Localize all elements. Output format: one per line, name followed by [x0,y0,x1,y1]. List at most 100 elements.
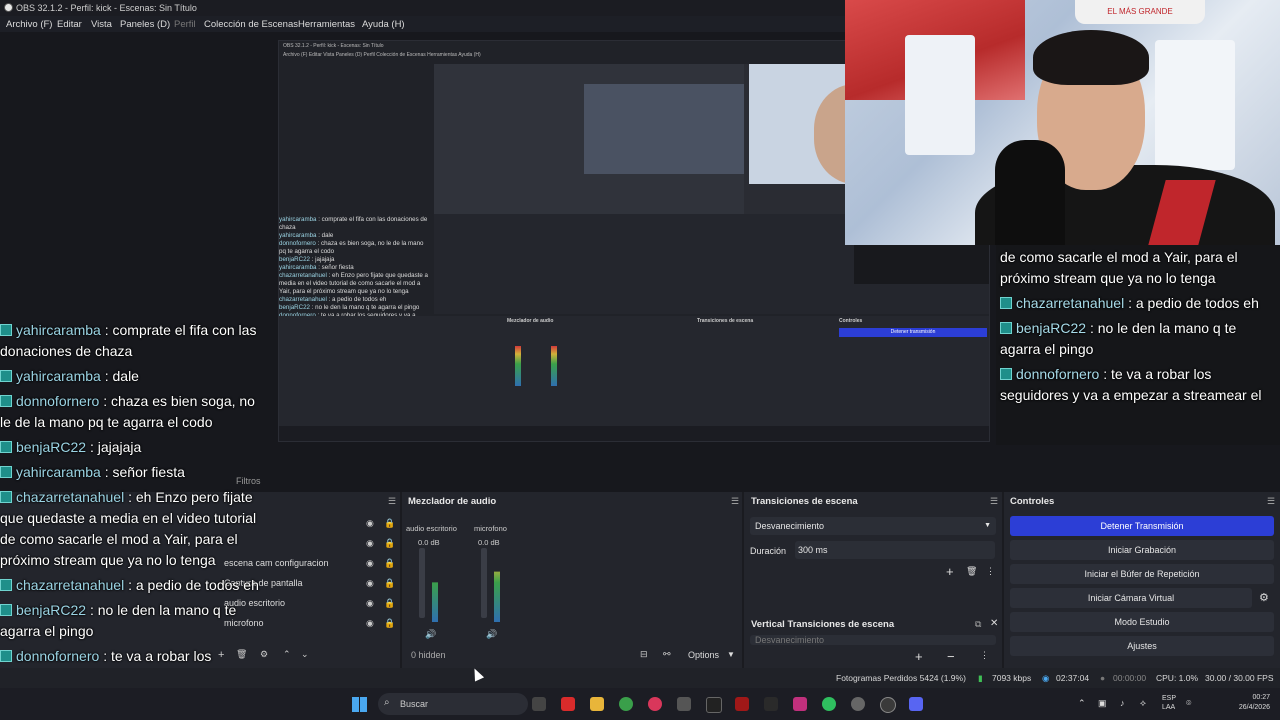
mixer-options-button[interactable]: Options [688,650,719,660]
menu-paneles[interactable]: Paneles (D) [120,19,170,30]
start-recording-button[interactable]: Iniciar Grabación [1010,540,1274,560]
nested-meter [515,346,521,386]
nested-docks: Mezclador de audio Transiciones de escen… [279,316,989,426]
dock-divider [1002,492,1004,668]
chrome-icon[interactable] [619,697,633,711]
mixer-layout-icon[interactable]: ⊟ [640,649,648,660]
lock-icon[interactable]: 🔒 [384,558,395,569]
transition-select[interactable]: Desvanecimiento ▼ [750,517,996,535]
move-up-icon[interactable]: ⌃ [283,649,291,660]
chat-message: yahircaramba : dale [0,366,265,387]
gear-icon[interactable]: ⚙ [1259,591,1269,604]
dock-menu-icon[interactable]: ☰ [731,496,739,507]
x-icon[interactable] [764,697,778,711]
subscriber-badge-icon [1000,368,1012,380]
app-icon[interactable] [735,697,749,711]
menu-coleccion-escenas[interactable]: Colección de Escenas [204,19,298,30]
task-view-icon[interactable] [532,697,546,711]
youtube-icon[interactable] [561,697,575,711]
discord-icon[interactable] [909,697,923,711]
lock-icon[interactable]: 🔒 [384,618,395,629]
lock-icon[interactable]: 🔒 [384,538,395,549]
speaker-icon[interactable]: 🔊 [486,629,497,640]
visibility-eye-icon[interactable]: ◉ [366,598,374,609]
webcam-feed: EL MÁS GRANDE [845,0,1280,245]
vertical-transitions-title: Vertical Transiciones de escena [751,619,895,630]
replay-buffer-button[interactable]: Iniciar el Búfer de Repetición [1010,564,1274,584]
nested-chat-line: donnofornero : chaza es bien soga, no le… [279,240,424,255]
tiktok-icon[interactable] [706,697,722,713]
visibility-eye-icon[interactable]: ◉ [366,518,374,529]
chat-message: benjaRC22 : no le den la mano q te agarr… [0,602,237,639]
pinterest-icon[interactable] [648,697,662,711]
app-icon[interactable] [851,697,865,711]
chat-message: chazarretanahuel : a pedio de todos eh [0,575,265,596]
windows-start-icon[interactable] [352,697,367,712]
visibility-eye-icon[interactable]: ◉ [366,558,374,569]
lock-icon[interactable]: 🔒 [384,518,395,529]
menu-editar[interactable]: Editar [57,19,82,30]
visibility-eye-icon[interactable]: ◉ [366,578,374,589]
subscriber-badge-icon [0,441,12,453]
taskbar-search[interactable]: ⌕ Buscar [378,693,528,715]
studio-mode-button[interactable]: Modo Estudio [1010,612,1274,632]
instagram-icon[interactable] [793,697,807,711]
menu-archivo[interactable]: Archivo (F) [6,19,52,30]
windows-taskbar: ⌕ Buscar ⌃ ▣ ♪ ⟡ ESP LAA ⌾ 00:27 26/4/2026 [0,688,1280,720]
move-down-icon[interactable]: ⌄ [301,649,309,660]
dock-divider [742,492,744,668]
duration-input[interactable]: 300 ms [795,541,995,559]
dock-menu-icon[interactable]: ☰ [990,496,998,507]
more-icon[interactable]: ⋮ [986,566,995,577]
add-transition-icon[interactable]: + [946,564,954,579]
whatsapp-icon[interactable] [822,697,836,711]
nested-chat-line: yahircaramba : dale [279,232,334,239]
menu-ayuda[interactable]: Ayuda (H) [362,19,405,30]
vertical-transition-select[interactable]: Desvanecimiento [750,635,996,645]
remove-transition-icon[interactable]: 🗑 [966,566,977,577]
obs-taskbar-icon[interactable] [880,697,896,713]
subscriber-badge-icon [0,395,12,407]
minus-icon[interactable]: − [947,649,955,664]
transitions-title: Transiciones de escena [751,496,858,507]
stream-time: 02:37:04 [1056,673,1090,683]
mixer-db: 0.0 dB [418,538,440,547]
hidden-count: 0 hidden [411,650,446,660]
stop-streaming-button[interactable]: Detener Transmisión [1010,516,1274,536]
chat-message: chazarretanahuel : a pedio de todos eh [1000,293,1276,314]
file-explorer-icon[interactable] [590,697,604,711]
volume-slider[interactable] [481,548,487,618]
mixer-link-icon[interactable]: ⚯ [663,649,671,660]
dock-menu-icon[interactable]: ☰ [388,496,396,507]
visibility-eye-icon[interactable]: ◉ [366,618,374,629]
network-icon[interactable]: ⌾ [1186,698,1191,709]
keyboard-layout[interactable]: ESP LAA [1162,694,1176,712]
add-icon[interactable]: + [915,649,923,664]
mixer-db: 0.0 dB [478,538,500,547]
nested-mixer-title: Mezclador de audio [507,318,554,324]
app-icon[interactable] [677,697,691,711]
volume-slider[interactable] [419,548,425,618]
dock-menu-icon[interactable]: ☰ [1267,496,1275,507]
tray-icon[interactable]: ♪ [1120,698,1125,708]
tray-icon[interactable]: ⟡ [1140,698,1146,709]
settings-button[interactable]: Ajustes [1010,636,1274,656]
tray-chevron-icon[interactable]: ⌃ [1078,698,1086,709]
subscriber-badge-icon [1000,297,1012,309]
chat-message: benjaRC22 : jajajaja [0,437,265,458]
menu-vista[interactable]: Vista [91,19,112,30]
close-icon[interactable]: ✕ [990,618,998,629]
float-icon[interactable]: ⧉ [975,619,981,630]
menu-perfil[interactable]: Perfil [174,19,196,30]
nested-meter [551,346,557,386]
more-icon[interactable]: ⋮ [980,650,989,661]
speaker-icon[interactable]: 🔊 [425,629,436,640]
lock-icon[interactable]: 🔒 [384,598,395,609]
virtual-camera-button[interactable]: Iniciar Cámara Virtual [1010,588,1252,608]
subscriber-badge-icon [0,370,12,382]
menu-herramientas[interactable]: Herramientas [298,19,355,30]
taskbar-clock[interactable]: 00:27 26/4/2026 [1210,693,1270,713]
tray-icon[interactable]: ▣ [1098,698,1107,709]
lock-icon[interactable]: 🔒 [384,578,395,589]
visibility-eye-icon[interactable]: ◉ [366,538,374,549]
